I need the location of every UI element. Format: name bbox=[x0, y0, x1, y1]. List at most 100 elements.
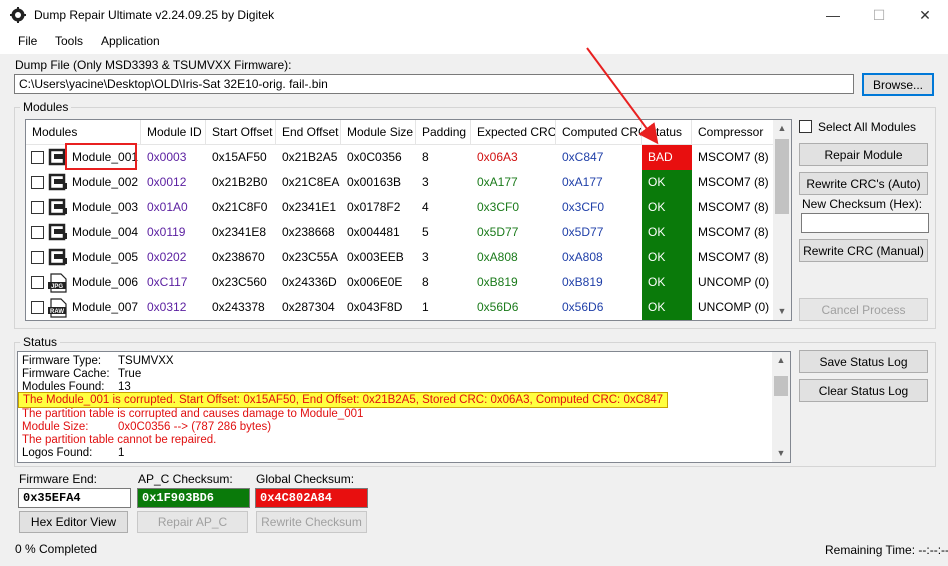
col-modules[interactable]: Modules bbox=[26, 120, 141, 145]
log-logos-label: Logos Found: bbox=[22, 447, 93, 459]
col-end-offset[interactable]: End Offset bbox=[276, 120, 341, 145]
module-checkbox[interactable] bbox=[31, 251, 44, 264]
repair-apc-button[interactable]: Repair AP_C bbox=[137, 511, 248, 533]
module-checkbox[interactable] bbox=[31, 151, 44, 164]
clear-status-log-button[interactable]: Clear Status Log bbox=[799, 379, 928, 402]
table-row[interactable]: Module_005 0x0202 0x238670 0x23C55A 0x003EEB… bbox=[26, 245, 774, 270]
cancel-process-button[interactable]: Cancel Process bbox=[799, 298, 928, 321]
cell-end-offset: 0x238668 bbox=[282, 225, 335, 239]
log-scroll-thumb[interactable] bbox=[774, 376, 788, 396]
col-module-id[interactable]: Module ID bbox=[141, 120, 206, 145]
cell-status: OK bbox=[642, 270, 692, 295]
hex-editor-view-button[interactable]: Hex Editor View bbox=[19, 511, 128, 533]
col-compressor[interactable]: Compressor bbox=[692, 120, 774, 145]
cell-start-offset: 0x15AF50 bbox=[212, 150, 267, 164]
raw-file-icon: RAW bbox=[48, 298, 67, 318]
table-row[interactable]: Module_001 0x0003 0x15AF50 0x21B2A5 0x0C0356… bbox=[26, 145, 774, 170]
cell-end-offset: 0x2341E1 bbox=[282, 200, 337, 214]
scroll-up-arrow[interactable]: ▲ bbox=[773, 120, 791, 137]
cell-compressor: MSCOM7 (8) bbox=[698, 225, 769, 239]
cell-padding: 3 bbox=[422, 250, 429, 264]
menu-file[interactable]: File bbox=[18, 34, 37, 48]
rewrite-crc-auto-button[interactable]: Rewrite CRC's (Auto) bbox=[799, 172, 928, 195]
menu-bar: File Tools Application bbox=[0, 30, 948, 54]
col-expected-crc[interactable]: Expected CRC bbox=[471, 120, 556, 145]
col-module-size[interactable]: Module Size bbox=[341, 120, 416, 145]
cell-padding: 8 bbox=[422, 275, 429, 289]
cell-end-offset: 0x287304 bbox=[282, 300, 335, 314]
cell-module-id: 0x0202 bbox=[147, 250, 187, 264]
cell-expected-crc: 0xA808 bbox=[477, 250, 518, 264]
cell-module-name: Module_003 bbox=[72, 200, 139, 214]
cell-compressor: MSCOM7 (8) bbox=[698, 250, 769, 264]
select-all-checkbox[interactable] bbox=[799, 120, 812, 133]
table-row[interactable]: RAW Module_007 0x0312 0x243378 0x287304 0x043… bbox=[26, 295, 774, 320]
cell-module-name: Module_005 bbox=[72, 250, 139, 264]
cell-padding: 3 bbox=[422, 175, 429, 189]
progress-label: 0 % Completed bbox=[15, 542, 98, 556]
cell-module-size: 0x003EEB bbox=[347, 250, 404, 264]
table-scrollbar[interactable]: ▲ ▼ bbox=[773, 120, 791, 320]
col-computed-crc[interactable]: Computed CRC bbox=[556, 120, 642, 145]
col-start-offset[interactable]: Start Offset bbox=[206, 120, 276, 145]
global-checksum-label: Global Checksum: bbox=[256, 472, 355, 486]
cell-end-offset: 0x24336D bbox=[282, 275, 337, 289]
cell-start-offset: 0x243378 bbox=[212, 300, 265, 314]
rewrite-checksum-button[interactable]: Rewrite Checksum bbox=[256, 511, 367, 533]
log-scroll-down-arrow[interactable]: ▼ bbox=[772, 445, 790, 462]
corruption-highlight: The Module_001 is corrupted. Start Offse… bbox=[18, 392, 669, 408]
menu-application[interactable]: Application bbox=[101, 34, 160, 48]
cell-computed-crc: 0xB819 bbox=[562, 275, 603, 289]
modules-group-title: Modules bbox=[20, 100, 72, 114]
rewrite-crc-manual-button[interactable]: Rewrite CRC (Manual) bbox=[799, 239, 928, 262]
cell-status: BAD bbox=[642, 145, 692, 170]
svg-text:RAW: RAW bbox=[50, 309, 64, 315]
module-checkbox[interactable] bbox=[31, 201, 44, 214]
log-scroll-up-arrow[interactable]: ▲ bbox=[772, 352, 790, 369]
module-checkbox[interactable] bbox=[31, 226, 44, 239]
cell-computed-crc: 0xA808 bbox=[562, 250, 603, 264]
cell-module-size: 0x0178F2 bbox=[347, 200, 401, 214]
log-cannot-repair: The partition table cannot be repaired. bbox=[22, 434, 217, 446]
cell-end-offset: 0x21C8EA bbox=[282, 175, 340, 189]
dump-path-field[interactable]: C:\Users\yacine\Desktop\OLD\Iris-Sat 32E… bbox=[14, 74, 854, 94]
save-status-log-button[interactable]: Save Status Log bbox=[799, 350, 928, 373]
cell-module-id: 0xC117 bbox=[147, 275, 188, 289]
cell-module-id: 0x0119 bbox=[147, 225, 186, 239]
log-module-size-value: 0x0C0356 --> (787 286 bytes) bbox=[118, 421, 272, 433]
scroll-thumb[interactable] bbox=[775, 139, 789, 214]
cell-computed-crc: 0x56D6 bbox=[562, 300, 604, 314]
log-partition-msg: The partition table is corrupted and cau… bbox=[22, 408, 364, 420]
cell-module-id: 0x0312 bbox=[147, 300, 187, 314]
module-checkbox[interactable] bbox=[31, 276, 44, 289]
repair-module-button[interactable]: Repair Module bbox=[799, 143, 928, 166]
table-row[interactable]: Module_002 0x0012 0x21B2B0 0x21C8EA 0x00163B… bbox=[26, 170, 774, 195]
table-header: Modules Module ID Start Offset End Offse… bbox=[26, 120, 774, 145]
browse-button[interactable]: Browse... bbox=[862, 73, 934, 96]
cell-expected-crc: 0x56D6 bbox=[477, 300, 519, 314]
table-row[interactable]: Module_003 0x01A0 0x21C8F0 0x2341E1 0x0178F2… bbox=[26, 195, 774, 220]
table-row[interactable]: Module_004 0x0119 0x2341E8 0x238668 0x004481… bbox=[26, 220, 774, 245]
module-checkbox[interactable] bbox=[31, 176, 44, 189]
module-checkbox[interactable] bbox=[31, 301, 44, 314]
maximize-button[interactable]: ☐ bbox=[856, 0, 902, 30]
log-scrollbar[interactable]: ▲ ▼ bbox=[772, 352, 790, 462]
cell-padding: 1 bbox=[422, 300, 429, 314]
col-padding[interactable]: Padding bbox=[416, 120, 471, 145]
global-checksum-field[interactable]: 0x4C802A84 bbox=[255, 488, 368, 508]
menu-tools[interactable]: Tools bbox=[55, 34, 83, 48]
new-checksum-input[interactable] bbox=[801, 213, 929, 233]
apc-checksum-field[interactable]: 0x1F903BD6 bbox=[137, 488, 250, 508]
scroll-down-arrow[interactable]: ▼ bbox=[773, 303, 791, 320]
cell-computed-crc: 0xA177 bbox=[562, 175, 603, 189]
table-row[interactable]: JPG Module_006 0xC117 0x23C560 0x24336D 0x006… bbox=[26, 270, 774, 295]
svg-text:JPG: JPG bbox=[51, 284, 63, 290]
annotation-box bbox=[65, 143, 137, 170]
cell-expected-crc: 0xA177 bbox=[477, 175, 518, 189]
cell-module-name: Module_006 bbox=[72, 275, 139, 289]
cell-module-size: 0x004481 bbox=[347, 225, 400, 239]
col-status[interactable]: Status bbox=[642, 120, 692, 145]
minimize-button[interactable]: — bbox=[810, 0, 856, 30]
fw-end-field[interactable]: 0x35EFA4 bbox=[18, 488, 131, 508]
close-button[interactable]: ✕ bbox=[902, 0, 948, 30]
